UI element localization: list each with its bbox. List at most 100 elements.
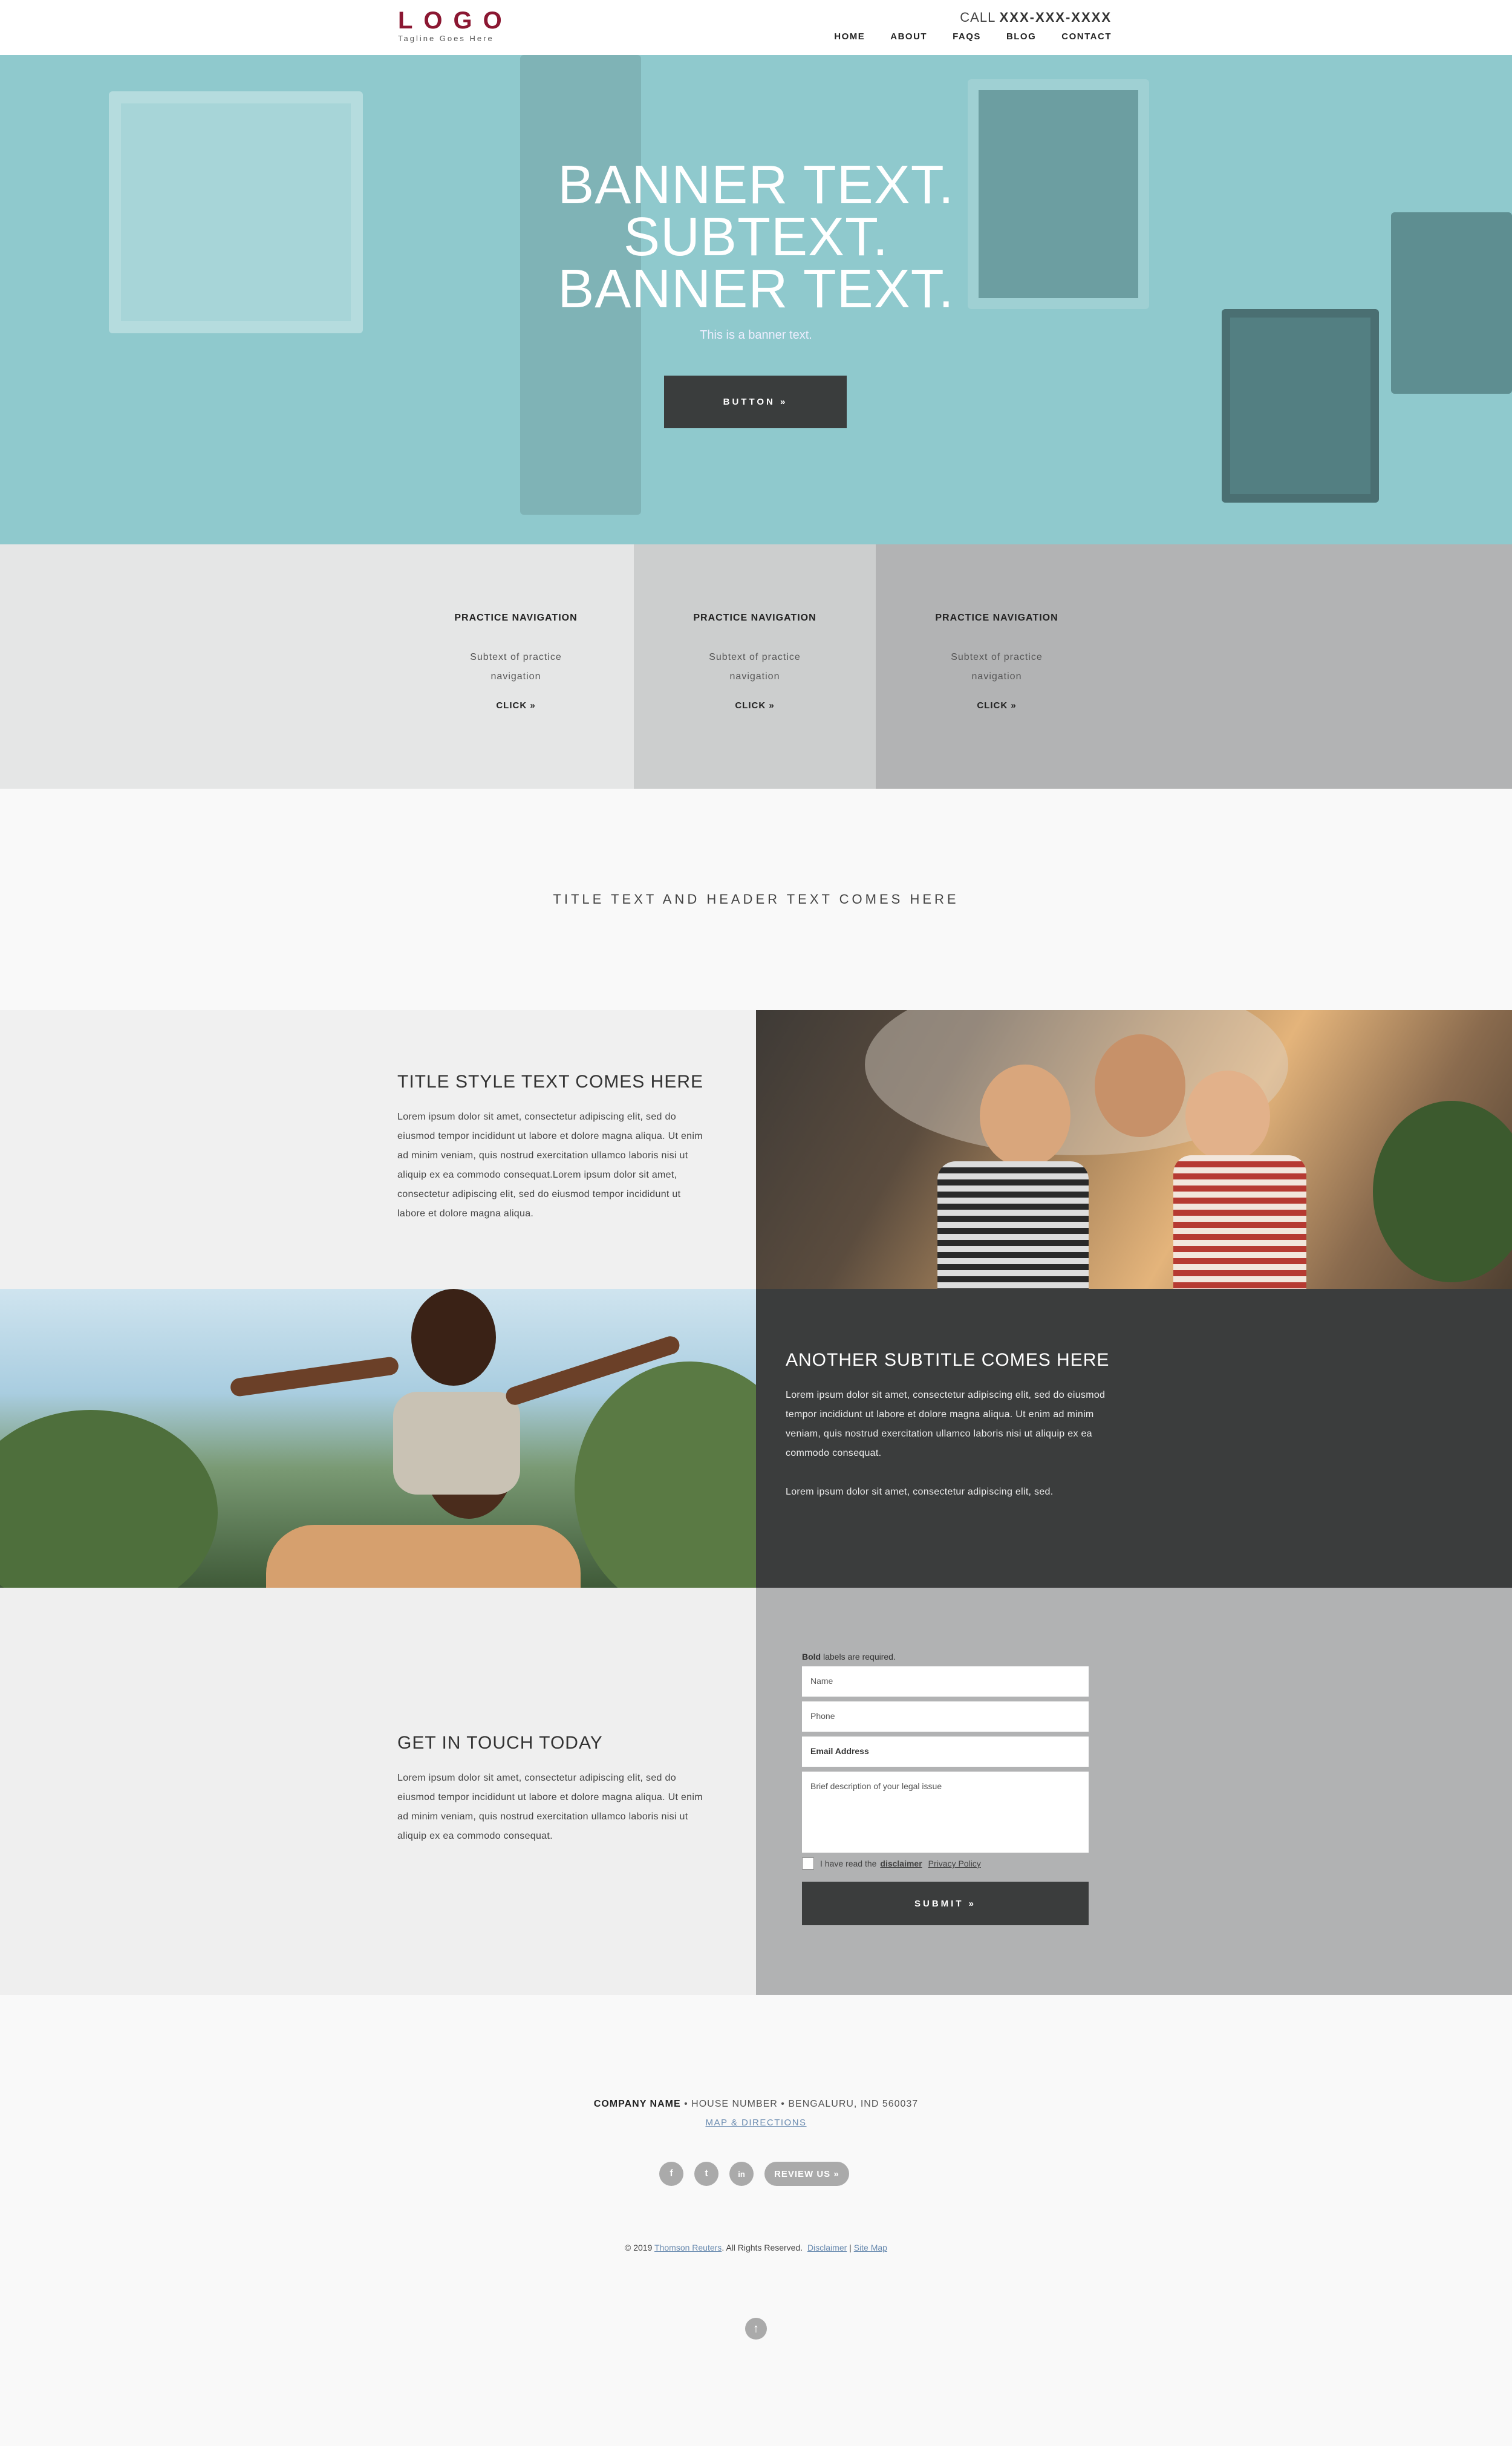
form-required-note: Bold labels are required. (802, 1652, 1089, 1662)
disclaimer-link[interactable]: disclaimer (880, 1859, 922, 1868)
contact-text-content: GET IN TOUCH TODAY Lorem ipsum dolor sit… (397, 1733, 706, 1846)
email-field[interactable]: Email Address (802, 1737, 1089, 1767)
photo-person-body (1173, 1155, 1306, 1289)
practice-nav-subtext: Subtext of practice navigation (395, 648, 637, 687)
contact-title: GET IN TOUCH TODAY (397, 1733, 603, 1753)
practice-nav-subtext: Subtext of practice navigation (634, 648, 876, 687)
hero-line-2: SUBTEXT. (623, 207, 889, 267)
photo-plant (1373, 1101, 1512, 1282)
nav-contact[interactable]: CONTACT (1061, 31, 1112, 42)
practice-nav-click[interactable]: CLICK » (395, 700, 637, 711)
photo-tree (0, 1410, 218, 1588)
logo[interactable]: LOGO Tagline Goes Here (398, 8, 513, 43)
contact-form: Bold labels are required. Name Phone Ema… (802, 1652, 1089, 1925)
photo-person-body (937, 1161, 1089, 1289)
practice-nav-panel-2: PRACTICE NAVIGATION Subtext of practice … (634, 544, 876, 789)
photo-arm (229, 1355, 400, 1398)
review-us-button[interactable]: REVIEW US » (764, 2162, 849, 2186)
family-photo (756, 1010, 1512, 1289)
checkbox-label: I have read the (820, 1859, 877, 1868)
house-number: HOUSE NUMBER (691, 2099, 778, 2109)
section-title: ANOTHER SUBTITLE COMES HERE (786, 1350, 1110, 1370)
practice-nav-subtext-line: navigation (490, 671, 541, 682)
name-field[interactable]: Name (802, 1666, 1089, 1697)
nav-blog[interactable]: BLOG (1006, 31, 1036, 42)
message-field[interactable]: Brief description of your legal issue (802, 1772, 1089, 1853)
practice-nav-item-3: PRACTICE NAVIGATION Subtext of practice … (876, 613, 1118, 711)
photo-tree (575, 1362, 756, 1588)
section-body: Lorem ipsum dolor sit amet, consectetur … (786, 1390, 1106, 1458)
hero-banner: BANNER TEXT. SUBTEXT. BANNER TEXT. This … (0, 55, 1512, 544)
photo-person-head (1185, 1071, 1270, 1161)
call-label: CALL (960, 10, 996, 25)
text-block-1: TITLE STYLE TEXT COMES HERE Lorem ipsum … (0, 1010, 756, 1289)
practice-nav-panel-3: PRACTICE NAVIGATION Subtext of practice … (876, 544, 1512, 789)
disclaimer-checkbox-row: I have read the disclaimer Privacy Polic… (802, 1857, 1089, 1870)
copyright-link[interactable]: Thomson Reuters (654, 2243, 722, 2252)
photo-person-head (1095, 1034, 1185, 1137)
section-title: TITLE STYLE TEXT COMES HERE (397, 1072, 704, 1092)
footer-separator: | (849, 2243, 852, 2252)
title-section: TITLE TEXT AND HEADER TEXT COMES HERE (0, 789, 1512, 1010)
social-links: f t in REVIEW US » (659, 2162, 849, 2186)
footer-disclaimer-link[interactable]: Disclaimer (807, 2243, 847, 2252)
practice-nav-item-2: PRACTICE NAVIGATION Subtext of practice … (634, 613, 876, 711)
page: LOGO Tagline Goes Here CALL XXX-XXX-XXXX… (0, 0, 1512, 2446)
hero-button[interactable]: BUTTON » (664, 376, 847, 428)
site-footer: COMPANY NAME • HOUSE NUMBER • BENGALURU,… (0, 1995, 1512, 2446)
nav-about[interactable]: ABOUT (890, 31, 927, 42)
photo-person-body (266, 1525, 581, 1588)
section-header-text: TITLE TEXT AND HEADER TEXT COMES HERE (553, 892, 959, 907)
copyright-year: © 2019 (625, 2243, 653, 2252)
nav-faqs[interactable]: FAQS (953, 31, 981, 42)
logo-text: LOGO (398, 7, 513, 34)
practice-nav-title: PRACTICE NAVIGATION (454, 613, 578, 623)
section-body: Lorem ipsum dolor sit amet, consectetur … (786, 1487, 1054, 1497)
phone-number: XXX-XXX-XXXX (999, 10, 1112, 25)
contact-body: Lorem ipsum dolor sit amet, consectetur … (397, 1773, 703, 1841)
practice-nav-subtext: Subtext of practice navigation (876, 648, 1118, 687)
photo-person-body (393, 1392, 520, 1495)
company-name: COMPANY NAME (593, 2099, 681, 2109)
practice-nav-title: PRACTICE NAVIGATION (935, 613, 1058, 623)
text-block-1-content: TITLE STYLE TEXT COMES HERE Lorem ipsum … (397, 1072, 706, 1224)
practice-nav-item-1: PRACTICE NAVIGATION Subtext of practice … (395, 613, 637, 711)
facebook-icon[interactable]: f (659, 2162, 683, 2186)
father-child-photo (0, 1289, 756, 1588)
text-block-2-content: ANOTHER SUBTITLE COMES HERE Lorem ipsum … (786, 1350, 1112, 1502)
practice-nav-subtext-line: Subtext of practice (951, 652, 1043, 662)
photo-person-head (411, 1289, 496, 1386)
phone-field[interactable]: Phone (802, 1701, 1089, 1732)
footer-address: COMPANY NAME • HOUSE NUMBER • BENGALURU,… (593, 2099, 919, 2109)
practice-nav-subtext-line: Subtext of practice (709, 652, 801, 662)
section-body: Lorem ipsum dolor sit amet, consectetur … (397, 1112, 703, 1219)
back-to-top-icon[interactable]: ↑ (745, 2318, 767, 2340)
form-note-rest: labels are required. (821, 1652, 896, 1662)
photo-person-head (980, 1065, 1070, 1167)
twitter-icon[interactable]: t (694, 2162, 719, 2186)
hero-line-3: BANNER TEXT. (558, 259, 954, 319)
map-directions-link[interactable]: MAP & DIRECTIONS (0, 2118, 1512, 2128)
copyright-line: © 2019 Thomson Reuters. All Rights Reser… (0, 2243, 1512, 2252)
practice-nav-subtext-line: Subtext of practice (470, 652, 562, 662)
text-block-2: ANOTHER SUBTITLE COMES HERE Lorem ipsum … (756, 1289, 1512, 1588)
practice-nav-subtext-line: navigation (729, 671, 780, 682)
practice-nav-panel-1: PRACTICE NAVIGATION Subtext of practice … (0, 544, 634, 789)
phone-call[interactable]: CALL XXX-XXX-XXXX (960, 10, 1112, 25)
contact-text-block: GET IN TOUCH TODAY Lorem ipsum dolor sit… (0, 1588, 756, 1995)
hero-headline: BANNER TEXT. SUBTEXT. BANNER TEXT. (0, 155, 1512, 319)
sitemap-link[interactable]: Site Map (854, 2243, 887, 2252)
linkedin-icon[interactable]: in (729, 2162, 754, 2186)
rights-text: . All Rights Reserved. (722, 2243, 803, 2252)
practice-nav-subtext-line: navigation (971, 671, 1022, 682)
nav-home[interactable]: HOME (834, 31, 865, 42)
practice-nav-click[interactable]: CLICK » (876, 700, 1118, 711)
hero-subtitle: This is a banner text. (700, 328, 812, 342)
city: BENGALURU, IND 560037 (788, 2099, 919, 2109)
submit-button[interactable]: SUBMIT » (802, 1882, 1089, 1925)
hero-line-1: BANNER TEXT. (558, 155, 954, 215)
privacy-policy-link[interactable]: Privacy Policy (928, 1859, 981, 1868)
disclaimer-checkbox[interactable] (802, 1857, 814, 1870)
practice-nav-click[interactable]: CLICK » (634, 700, 876, 711)
practice-nav-title: PRACTICE NAVIGATION (693, 613, 816, 623)
